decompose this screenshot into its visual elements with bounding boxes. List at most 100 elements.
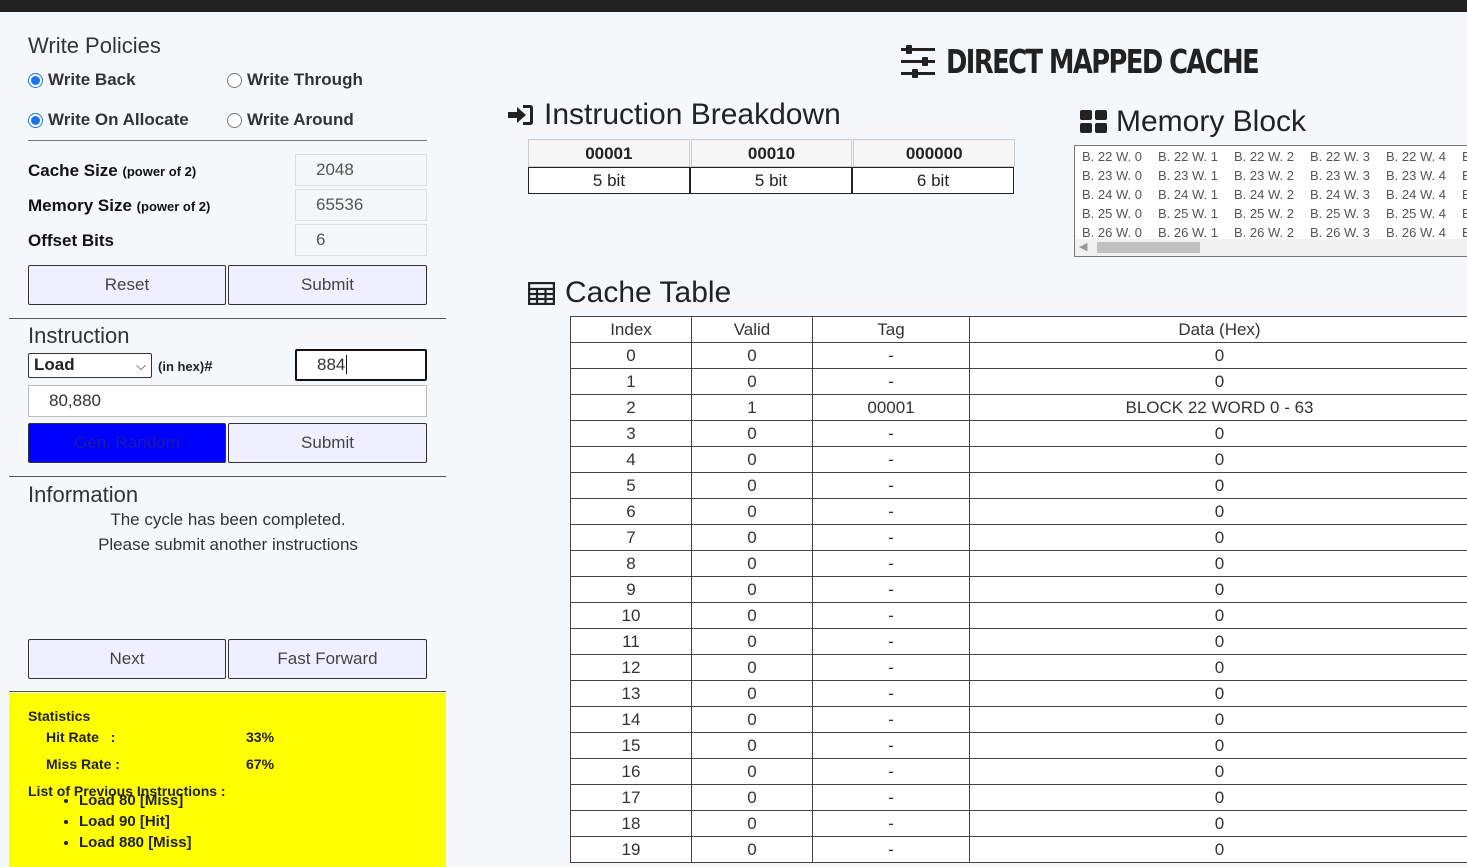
cell-tag: - xyxy=(812,602,970,629)
cell-valid: 0 xyxy=(691,628,813,655)
cell-tag: - xyxy=(812,576,970,603)
table-row: 11 0-0 xyxy=(570,628,1467,655)
next-button[interactable]: Next xyxy=(28,639,226,679)
cell-valid: 0 xyxy=(691,758,813,785)
memory-row: B. 23 W. 0 B. 23 W. 1 B. 23 W. 2 B. 23 W. 3… xyxy=(1082,168,1467,183)
history-item: Load 80 [Miss] xyxy=(79,790,192,811)
index-size: 5 bit xyxy=(690,167,852,194)
write-policies-title: Write Policies xyxy=(28,33,161,58)
miss-rate-value: 67% xyxy=(246,756,275,772)
instruction-submit-button[interactable]: Submit xyxy=(228,423,427,463)
cache-table-heading: Cache Table xyxy=(528,276,731,310)
cell-data: 0 xyxy=(969,576,1467,603)
table-row: 00-0 xyxy=(570,342,1467,369)
instruction-breakdown-table: 00001 00010 000000 5 bit 5 bit 6 bit xyxy=(528,139,1016,194)
cell-valid: 0 xyxy=(691,680,813,707)
gen-random-button[interactable]: Gen. Random xyxy=(28,423,226,463)
table-row: 90-0 xyxy=(570,576,1467,603)
tag-bits: 00001 xyxy=(528,139,690,167)
cell-index: 15 xyxy=(570,732,692,759)
cell-index: 6 xyxy=(570,498,692,525)
table-row: 10 0-0 xyxy=(570,602,1467,629)
info-line-2: Please submit another instructions xyxy=(98,535,358,554)
table-row: 12 0-0 xyxy=(570,654,1467,681)
write-on-allocate-label: Write On Allocate xyxy=(48,110,189,129)
app-title-text: DIRECT MAPPED CACHE xyxy=(946,42,1260,81)
radio-unchecked-icon xyxy=(227,112,242,128)
write-through-radio[interactable]: Write Through xyxy=(227,70,363,90)
info-line-1: The cycle has been completed. xyxy=(110,510,346,529)
reset-button[interactable]: Reset xyxy=(28,265,226,305)
th-large-icon xyxy=(1080,110,1107,133)
cell-tag: - xyxy=(812,758,970,785)
instruction-title: Instruction xyxy=(28,323,130,348)
cell-data: 0 xyxy=(969,524,1467,551)
sign-in-icon xyxy=(508,105,533,125)
cell-valid: 0 xyxy=(691,784,813,811)
cell-tag: 00001 xyxy=(812,394,970,421)
offset-bits-input[interactable]: 6 xyxy=(295,224,427,256)
radio-checked-icon xyxy=(28,72,43,88)
divider xyxy=(9,691,446,692)
column-header-tag: Tag xyxy=(812,316,970,343)
memory-row: B. 25 W. 0 B. 25 W. 1 B. 25 W. 2 B. 25 W. 3… xyxy=(1082,206,1467,221)
table-row: 10-0 xyxy=(570,368,1467,395)
horizontal-scrollbar[interactable]: ◀ xyxy=(1075,239,1467,256)
cell-data: 0 xyxy=(969,498,1467,525)
breakdown-title: Instruction Breakdown xyxy=(544,98,841,131)
cell-data: 0 xyxy=(969,758,1467,785)
table-row: 18 0-0 xyxy=(570,810,1467,837)
offset-bits: 000000 xyxy=(853,139,1016,167)
divider xyxy=(9,476,446,477)
cell-valid: 0 xyxy=(691,706,813,733)
memory-row: B. 26 W. 0 B. 26 W. 1 B. 26 W. 2 B. 26 W. 3… xyxy=(1082,225,1467,240)
cache-table-body: 0 0-0 1 0-0 2 1 00001 BLOCK 22 WORD 0 - 63 3 0-0 4… xyxy=(570,342,1467,863)
write-back-radio[interactable]: Write Back xyxy=(28,70,136,90)
cell-index: 9 xyxy=(570,576,692,603)
cell-data: 0 xyxy=(969,368,1467,395)
cell-index: 8 xyxy=(570,550,692,577)
memory-size-label: Memory Size (power of 2) xyxy=(28,196,211,215)
cell-data: 0 xyxy=(969,342,1467,369)
cell-tag: - xyxy=(812,342,970,369)
cell-tag: - xyxy=(812,628,970,655)
memory-block-heading: Memory Block xyxy=(1080,105,1306,139)
write-through-label: Write Through xyxy=(247,70,363,89)
cell-valid: 0 xyxy=(691,420,813,447)
memory-block-scroll[interactable]: B. 22 W. 0 B. 22 W. 1 B. 22 W. 2 B. 22 W. 3… xyxy=(1074,145,1467,257)
fast-forward-button[interactable]: Fast Forward xyxy=(228,639,427,679)
cell-index: 0 xyxy=(570,342,692,369)
cell-valid: 1 xyxy=(691,394,813,421)
miss-rate-label: Miss Rate : xyxy=(46,756,120,772)
table-row: 16 0-0 xyxy=(570,758,1467,785)
cell-valid: 0 xyxy=(691,732,813,759)
write-around-label: Write Around xyxy=(247,110,354,129)
hit-rate-value: 33% xyxy=(246,729,275,745)
config-submit-button[interactable]: Submit xyxy=(228,265,427,305)
cell-valid: 0 xyxy=(691,602,813,629)
chevron-down-icon: ⌵ xyxy=(136,358,146,373)
table-row: 17 0-0 xyxy=(570,784,1467,811)
cache-size-label: Cache Size (power of 2) xyxy=(28,161,197,180)
table-row: 50-0 xyxy=(570,472,1467,499)
address-input[interactable]: 884 xyxy=(295,349,427,381)
cell-valid: 0 xyxy=(691,576,813,603)
cache-size-input[interactable]: 2048 xyxy=(295,154,427,186)
write-on-allocate-radio[interactable]: Write On Allocate xyxy=(28,110,189,130)
cell-index: 10 xyxy=(570,602,692,629)
cell-valid: 0 xyxy=(691,654,813,681)
cell-index: 13 xyxy=(570,680,692,707)
table-row: 2 1 00001 BLOCK 22 WORD 0 - 63 xyxy=(570,394,1467,421)
cell-index: 2 xyxy=(570,394,692,421)
write-around-radio[interactable]: Write Around xyxy=(227,110,354,130)
cell-tag: - xyxy=(812,784,970,811)
cell-data: 0 xyxy=(969,706,1467,733)
cache-table-title: Cache Table xyxy=(565,276,732,309)
instruction-sequence-input[interactable]: 80,880 xyxy=(28,385,427,417)
scrollbar-thumb[interactable] xyxy=(1097,242,1200,253)
operation-select[interactable]: Load ⌵ xyxy=(28,353,152,378)
statistics-panel: Statistics Hit Rate : 33% Miss Rate : 67… xyxy=(9,693,446,867)
memory-size-input[interactable]: 65536 xyxy=(295,189,427,221)
tag-size: 5 bit xyxy=(528,167,690,194)
scroll-left-icon[interactable]: ◀ xyxy=(1079,240,1087,253)
